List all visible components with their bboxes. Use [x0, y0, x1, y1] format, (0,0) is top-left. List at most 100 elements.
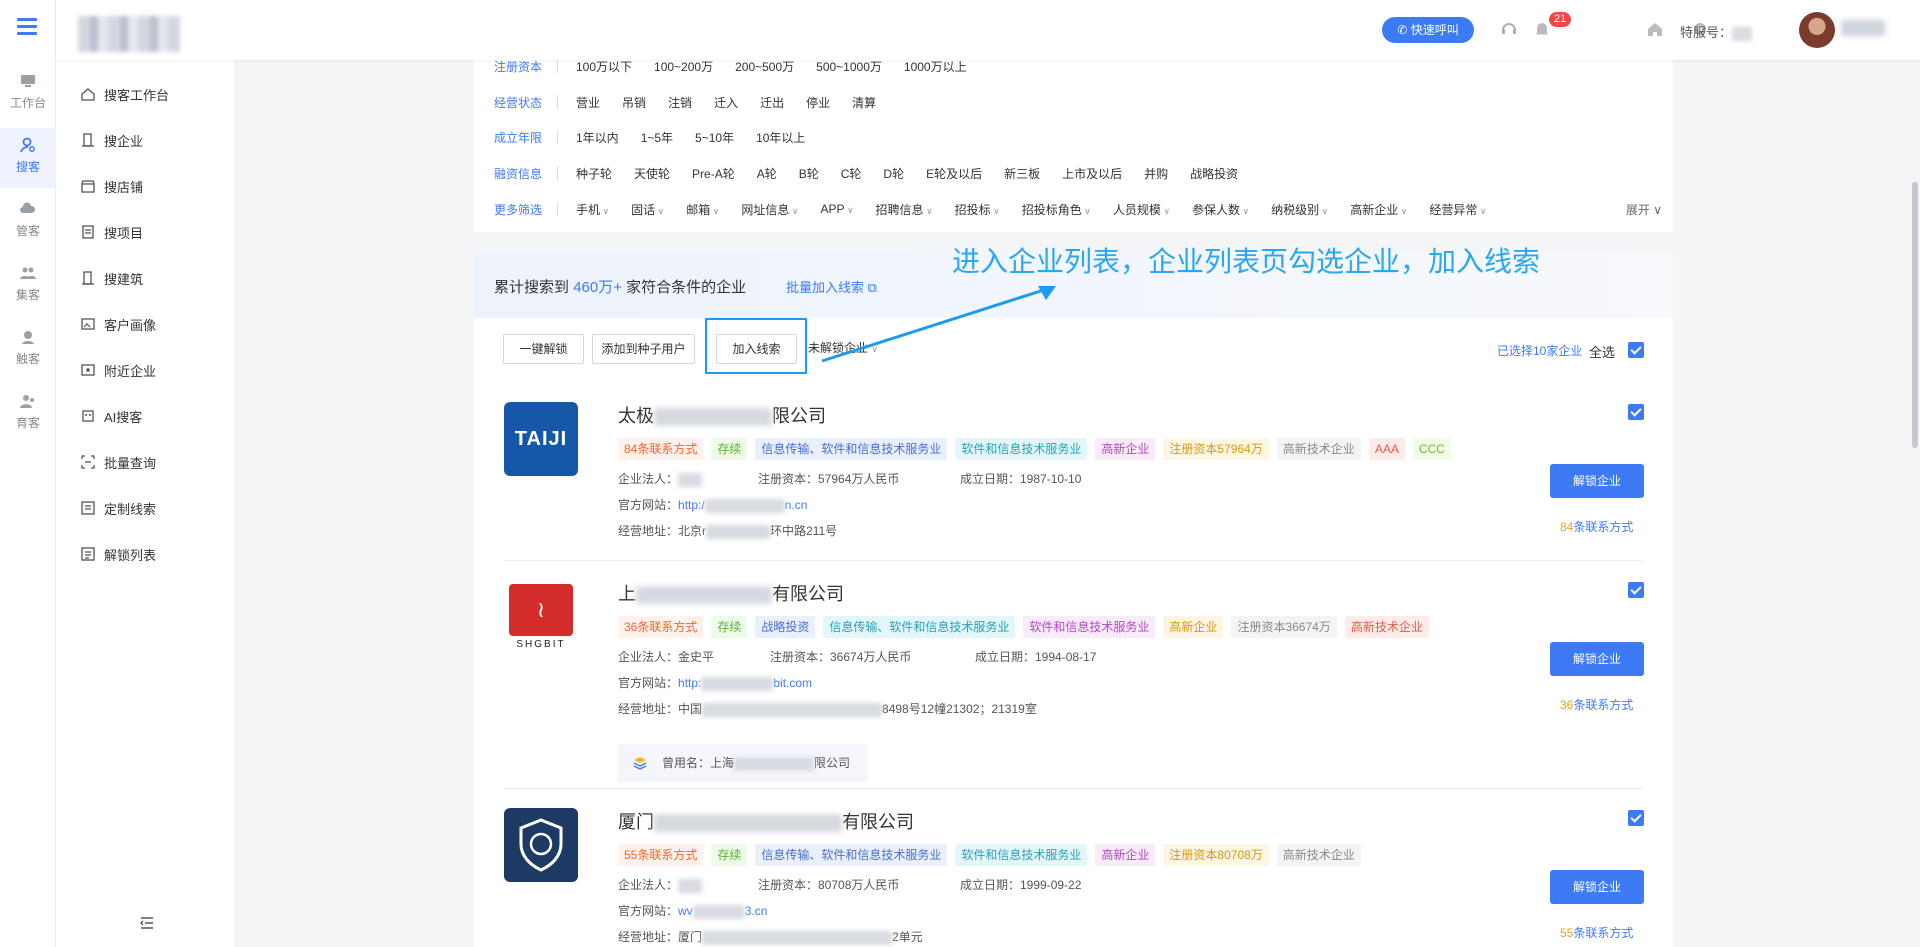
rail-item-gather-customers[interactable]: 集客	[0, 256, 56, 316]
filter-option[interactable]: 1000万以上	[904, 58, 967, 75]
filter-option[interactable]: C轮	[841, 165, 862, 182]
company-name[interactable]: 上 有限公司	[618, 580, 844, 606]
filter-option[interactable]: 10年以上	[756, 129, 805, 146]
sidebar-item-nearby-companies[interactable]: 附近企业	[80, 358, 156, 382]
sidebar-item-unlock-list[interactable]: 解锁列表	[80, 542, 156, 566]
legal-person: 企业法人：	[618, 876, 703, 893]
sidebar-item-search-company[interactable]: 搜企业	[80, 128, 143, 152]
bell-icon[interactable]	[1533, 20, 1551, 38]
rail-item-workbench[interactable]: 工作台	[0, 64, 56, 124]
filter-option[interactable]: 5~10年	[695, 129, 734, 146]
filter-dropdown[interactable]: 手机	[576, 201, 609, 218]
filter-dropdown[interactable]: 招聘信息	[876, 201, 933, 218]
avatar[interactable]	[1799, 12, 1835, 48]
add-to-seed-users-button[interactable]: 添加到种子用户	[592, 334, 695, 364]
filter-option[interactable]: 停业	[806, 94, 830, 111]
former-name-label: 曾用名：	[662, 756, 711, 770]
company-card: ≀ SHGBIT 上有限公司 36条联系方式 存续 战略投资 信息传输、软件和信息技术…	[474, 580, 1673, 808]
filter-option[interactable]: 战略投资	[1190, 165, 1238, 182]
filter-option[interactable]: D轮	[883, 165, 904, 182]
filter-option[interactable]: 种子轮	[576, 165, 612, 182]
filter-dropdown[interactable]: 人员规模	[1113, 201, 1170, 218]
account-number: 特服号：	[1680, 22, 1753, 41]
filter-option[interactable]: 500~1000万	[816, 58, 882, 75]
home-icon[interactable]	[1646, 20, 1664, 38]
website-link[interactable]: http: bit.com	[678, 676, 812, 691]
filter-option[interactable]: 天使轮	[634, 165, 670, 182]
company-tag: 高新企业	[1163, 616, 1224, 638]
filter-option[interactable]: 1~5年	[641, 129, 673, 146]
filter-option[interactable]: 注销	[668, 94, 692, 111]
contacts-link[interactable]: 55条联系方式	[1560, 924, 1633, 941]
website-link[interactable]: wv 3.cn	[678, 904, 767, 919]
contacts-link[interactable]: 36条联系方式	[1560, 696, 1633, 713]
filter-dropdown[interactable]: 参保人数	[1192, 201, 1249, 218]
filter-dropdown[interactable]: 高新企业	[1350, 201, 1407, 218]
sidebar-item-custom-leads[interactable]: 定制线索	[80, 496, 156, 520]
address-start: 中国	[678, 702, 703, 716]
expand-filters-button[interactable]: 展开 ∨	[1626, 201, 1662, 218]
filter-dropdown[interactable]: 经营异常	[1429, 201, 1486, 218]
filter-option[interactable]: 迁出	[760, 94, 784, 111]
company-checkbox[interactable]	[1628, 810, 1644, 826]
sidebar-item-ai-search[interactable]: AI搜客	[80, 404, 142, 428]
filter-option[interactable]: E轮及以后	[926, 165, 982, 182]
sidebar-item-search-workbench[interactable]: 搜客工作台	[80, 82, 169, 106]
sidebar-item-search-store[interactable]: 搜店铺	[80, 174, 143, 198]
company-tag: 注册资本57964万	[1163, 438, 1269, 460]
filter-dropdown[interactable]: 纳税级别	[1271, 201, 1328, 218]
unlock-all-button[interactable]: 一键解锁	[503, 334, 584, 364]
scan-icon	[81, 455, 95, 469]
rail-item-manage-customers[interactable]: 管客	[0, 192, 56, 252]
company-tag: 高新技术企业	[1344, 616, 1429, 638]
filter-option[interactable]: Pre-A轮	[692, 165, 735, 182]
filter-option[interactable]: 吊销	[622, 94, 646, 111]
scrollbar-thumb[interactable]	[1912, 182, 1918, 448]
filter-dropdown[interactable]: 固话	[631, 201, 664, 218]
hamburger-menu-icon[interactable]	[17, 18, 37, 38]
website-end: n.cn	[784, 498, 808, 512]
redacted-value	[702, 930, 893, 945]
rail-item-nurture-customers[interactable]: 育客	[0, 384, 56, 444]
filter-option[interactable]: 100~200万	[654, 58, 713, 75]
filter-option[interactable]: A轮	[757, 165, 777, 182]
rail-item-reach-customers[interactable]: 触客	[0, 320, 56, 380]
unlock-company-button[interactable]: 解锁企业	[1550, 642, 1644, 676]
filter-option[interactable]: 新三板	[1004, 165, 1040, 182]
filter-dropdown[interactable]: 招投标	[955, 201, 1000, 218]
collapse-sidebar-icon[interactable]	[139, 915, 155, 931]
website: 官方网站：wv 3.cn	[618, 902, 767, 919]
company-tag: 55条联系方式	[618, 844, 704, 866]
company-name[interactable]: 厦门 有限公司	[618, 808, 914, 834]
sidebar-item-label: 解锁列表	[104, 547, 157, 563]
company-checkbox[interactable]	[1628, 404, 1644, 420]
unlock-company-button[interactable]: 解锁企业	[1550, 464, 1644, 498]
select-all-checkbox[interactable]	[1628, 342, 1644, 358]
filter-dropdown[interactable]: APP	[820, 202, 853, 216]
company-checkbox[interactable]	[1628, 582, 1644, 598]
sidebar-item-customer-profile[interactable]: 客户画像	[80, 312, 156, 336]
company-name[interactable]: 太极 限公司	[618, 402, 826, 428]
filter-option[interactable]: 营业	[576, 94, 600, 111]
filter-dropdown[interactable]: 网址信息	[741, 201, 798, 218]
filter-option[interactable]: B轮	[799, 165, 819, 182]
filter-option[interactable]: 并购	[1144, 165, 1168, 182]
rail-item-search-customers[interactable]: 搜客	[0, 128, 56, 188]
filter-option[interactable]: 清算	[852, 94, 876, 111]
website-link[interactable]: http:/ n.cn	[678, 498, 808, 513]
contacts-link[interactable]: 84条联系方式	[1560, 518, 1633, 535]
quick-call-button[interactable]: ✆ 快速呼叫	[1382, 17, 1474, 43]
filter-dropdown[interactable]: 招投标角色	[1022, 201, 1091, 218]
sidebar-item-search-project[interactable]: 搜项目	[80, 220, 143, 244]
filter-option[interactable]: 上市及以后	[1062, 165, 1122, 182]
sidebar-item-search-building[interactable]: 搜建筑	[80, 266, 143, 290]
sidebar-item-batch-query[interactable]: 批量查询	[80, 450, 156, 474]
page-scrollbar[interactable]	[1912, 60, 1918, 947]
filter-option[interactable]: 100万以下	[576, 58, 632, 75]
unlock-company-button[interactable]: 解锁企业	[1550, 870, 1644, 904]
filter-option[interactable]: 迁入	[714, 94, 738, 111]
filter-dropdown[interactable]: 邮箱	[686, 201, 719, 218]
headset-icon[interactable]	[1500, 20, 1518, 38]
filter-option[interactable]: 200~500万	[735, 58, 794, 75]
filter-option[interactable]: 1年以内	[576, 129, 619, 146]
